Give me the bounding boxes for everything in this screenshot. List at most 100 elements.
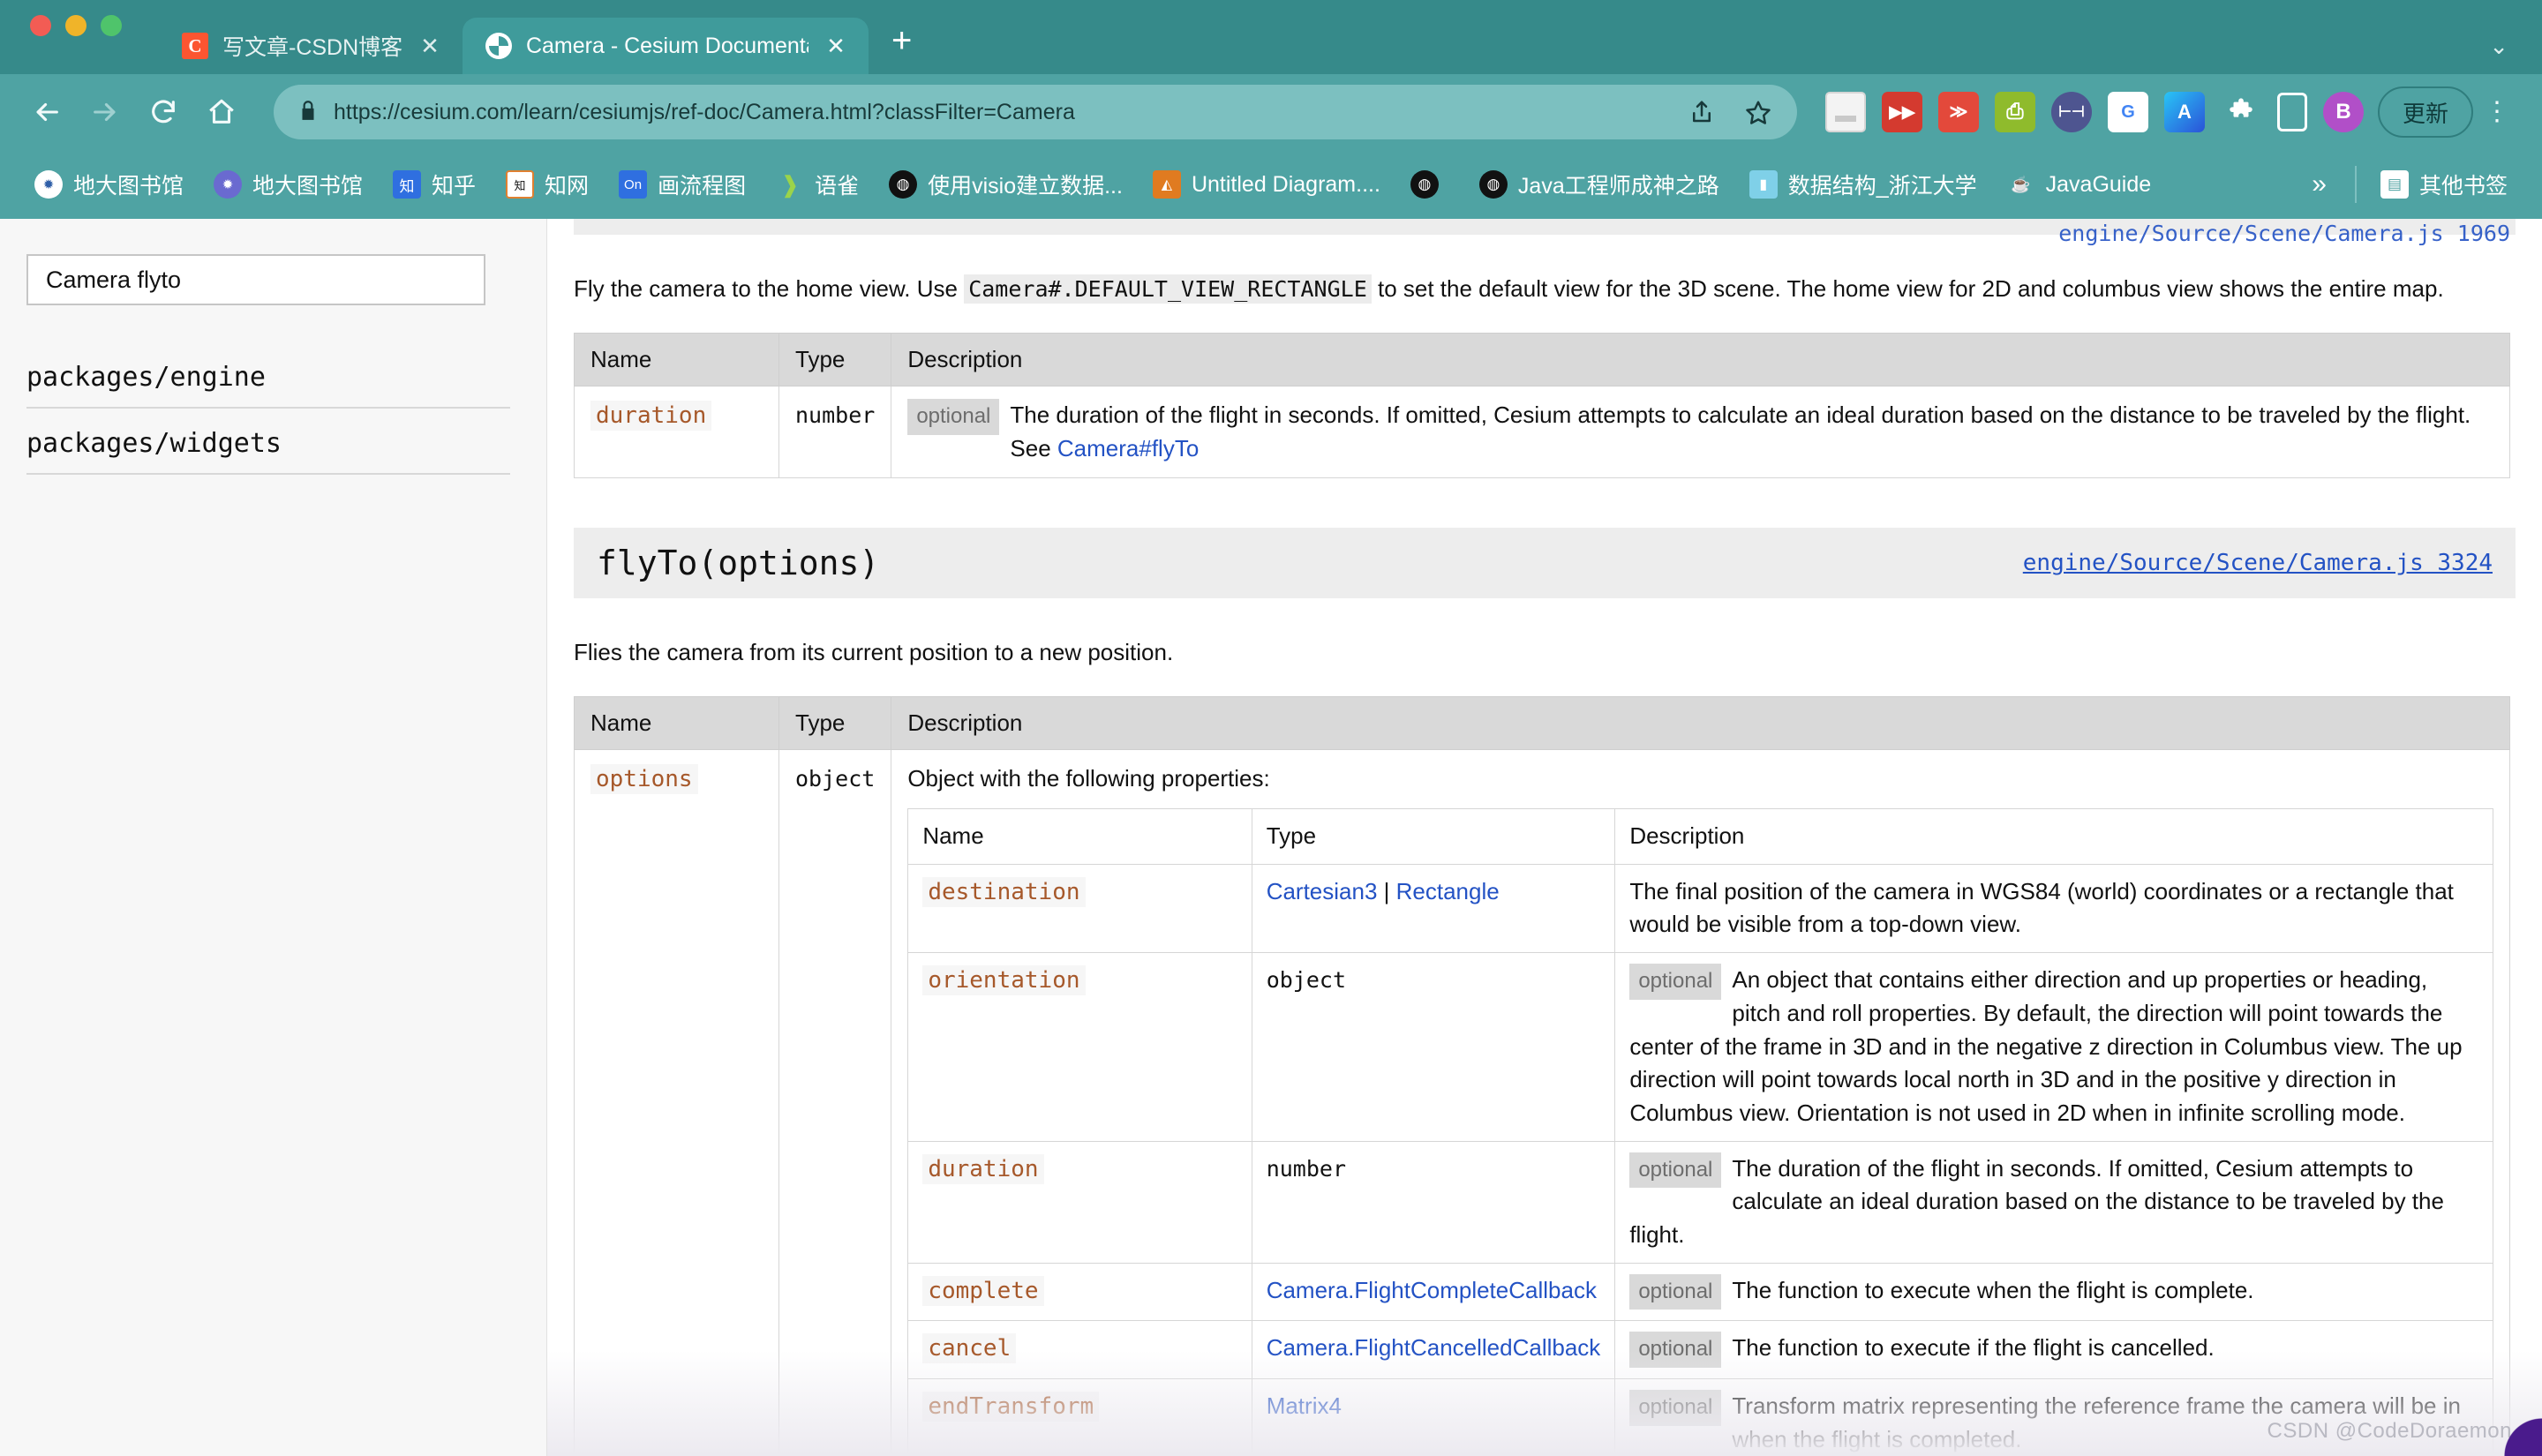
prop-name: endTransform bbox=[922, 1392, 1100, 1422]
sidebar-item-packages-engine[interactable]: packages/engine bbox=[26, 342, 510, 409]
new-tab-button[interactable]: + bbox=[869, 23, 935, 74]
camera-flyto-link[interactable]: Camera#flyTo bbox=[1057, 435, 1199, 462]
type-link[interactable]: Rectangle bbox=[1396, 878, 1500, 904]
prop-name-cell: cancel bbox=[907, 1320, 1252, 1380]
page-title: flyTo(options) bbox=[597, 544, 880, 583]
bookmark-item[interactable]: ✹ 地大图书馆 bbox=[19, 169, 199, 200]
reload-icon[interactable] bbox=[138, 86, 189, 138]
bookmark-item[interactable]: ◍ 使用visio建立数据... bbox=[874, 169, 1138, 200]
cesium-globe-icon-3: ◍ bbox=[1478, 170, 1508, 199]
bookmark-label: 画流程图 bbox=[658, 174, 747, 199]
bookmark-item[interactable]: ❱ 语雀 bbox=[761, 169, 874, 200]
prop-name-cell: duration bbox=[907, 1140, 1252, 1264]
column-header-name: Name bbox=[907, 808, 1252, 865]
source-link-top[interactable]: engine/Source/Scene/Camera.js 1969 bbox=[2058, 221, 2510, 246]
sidebar-item-packages-widgets[interactable]: packages/widgets bbox=[26, 409, 510, 475]
tab-strip: C 写文章-CSDN博客 ✕ Camera - Cesium Documenta… bbox=[0, 0, 2542, 74]
adblock-extension-icon[interactable]: A bbox=[2163, 92, 2205, 132]
prop-type-cell: Camera.FlightCompleteCallback bbox=[1251, 1262, 1616, 1322]
side-panel-icon[interactable] bbox=[2276, 93, 2307, 131]
back-arrow-icon[interactable] bbox=[21, 86, 72, 138]
tab-title: Camera - Cesium Documentatio bbox=[525, 33, 808, 58]
browser-window: C 写文章-CSDN博客 ✕ Camera - Cesium Documenta… bbox=[0, 0, 2542, 1456]
search-input[interactable] bbox=[26, 254, 485, 305]
type-link[interactable]: Matrix4 bbox=[1267, 1392, 1342, 1419]
browser-toolbar: https://cesium.com/learn/cesiumjs/ref-do… bbox=[0, 74, 2542, 150]
prop-description: An object that contains either direction… bbox=[1629, 966, 2463, 1126]
home-icon[interactable] bbox=[196, 86, 247, 138]
prop-description: The duration of the flight in seconds. I… bbox=[1629, 1154, 2444, 1248]
param-name: options bbox=[590, 764, 698, 795]
google-translate-extension-icon[interactable]: G bbox=[2107, 92, 2148, 132]
bookmark-item[interactable]: 知 知网 bbox=[491, 169, 604, 200]
close-icon[interactable]: ✕ bbox=[417, 34, 443, 57]
optional-badge: optional bbox=[1629, 1390, 1722, 1427]
bookmark-item[interactable]: ◭ Untitled Diagram.... bbox=[1138, 170, 1395, 199]
csdn-icon: C bbox=[182, 33, 208, 59]
prop-type-cell: object bbox=[1251, 952, 1616, 1142]
share-icon[interactable] bbox=[1681, 91, 1723, 133]
table-header-row: Name Type Description bbox=[907, 808, 2493, 865]
bookmark-label: JavaGuide bbox=[2045, 171, 2152, 197]
ruler-extension-icon[interactable]: ⊢⊣ bbox=[2050, 92, 2092, 132]
type-separator: | bbox=[1377, 877, 1396, 904]
bookmark-item[interactable]: ☕ JavaGuide bbox=[1992, 170, 2167, 199]
bookmark-item[interactable]: 知 知乎 bbox=[378, 169, 491, 200]
prop-type-cell: Cartesian3 | Rectangle bbox=[1251, 863, 1616, 954]
bookmark-label: 知网 bbox=[545, 174, 590, 199]
param-type: object bbox=[795, 766, 876, 792]
prop-type-cell: Matrix4 bbox=[1251, 1378, 1616, 1456]
folder-icon: ▮ bbox=[1749, 170, 1778, 199]
tab-csdn[interactable]: C 写文章-CSDN博客 ✕ bbox=[159, 18, 463, 74]
source-link-flyto[interactable]: engine/Source/Scene/Camera.js 3324 bbox=[2023, 550, 2493, 576]
bookmark-label: 语雀 bbox=[815, 174, 860, 199]
param-type: number bbox=[795, 402, 876, 428]
extension-icons: ▶▶ ≫ ⎙ ⊢⊣ G A B bbox=[1816, 92, 2364, 132]
puzzle-extensions-icon[interactable] bbox=[2221, 92, 2261, 132]
maximize-window-button[interactable] bbox=[101, 15, 122, 36]
column-header-name: Name bbox=[574, 696, 779, 751]
star-icon[interactable] bbox=[1737, 91, 1779, 133]
update-button[interactable]: 更新 bbox=[2377, 86, 2473, 138]
video-speed-extension-icon[interactable]: ▶▶ bbox=[1881, 92, 1922, 132]
bookmarks-overflow-button[interactable]: » bbox=[2292, 169, 2346, 199]
minimize-window-button[interactable] bbox=[65, 15, 86, 36]
bookmark-item[interactable]: On 画流程图 bbox=[604, 169, 761, 200]
close-window-button[interactable] bbox=[30, 15, 51, 36]
checkmarks-extension-icon[interactable]: ≫ bbox=[1937, 92, 1979, 132]
address-bar[interactable]: https://cesium.com/learn/cesiumjs/ref-do… bbox=[274, 85, 1797, 139]
forward-arrow-icon[interactable] bbox=[79, 86, 131, 138]
kebab-menu-icon[interactable]: ⋮ bbox=[2473, 99, 2521, 125]
chevron-down-icon[interactable]: ⌄ bbox=[2489, 33, 2508, 60]
document-extension-icon[interactable] bbox=[1824, 92, 1866, 132]
bookmark-label: 数据结构_浙江大学 bbox=[1787, 174, 1977, 199]
table-header-row: Name Type Description bbox=[574, 333, 2510, 387]
printer-extension-icon[interactable]: ⎙ bbox=[1994, 92, 2035, 132]
options-properties-rows: destination Cartesian3 | Rectangle The f… bbox=[907, 863, 2493, 1456]
tab-cesium-documentation[interactable]: Camera - Cesium Documentatio ✕ bbox=[462, 18, 869, 74]
other-bookmarks-button[interactable]: ▤ 其他书签 bbox=[2365, 169, 2523, 200]
prop-name: orientation bbox=[922, 965, 1086, 996]
text-after-code: to set the default view for the 3D scene… bbox=[1371, 275, 2444, 302]
type-link[interactable]: Camera.FlightCancelledCallback bbox=[1267, 1334, 1601, 1361]
type-link[interactable]: Cartesian3 bbox=[1267, 878, 1378, 904]
cesium-globe-icon: ◍ bbox=[889, 170, 918, 199]
table-header-row: Name Type Description bbox=[574, 696, 2510, 751]
column-header-description: Description bbox=[891, 333, 2510, 387]
options-properties-table: Name Type Description destination Cartes… bbox=[907, 808, 2493, 1456]
bookmark-item[interactable]: ▮ 数据结构_浙江大学 bbox=[1734, 169, 1992, 200]
description-text: The duration of the flight in seconds. I… bbox=[1010, 402, 2471, 462]
param-name-cell: options bbox=[574, 749, 779, 1456]
prop-description-cell: optional The duration of the flight in s… bbox=[1614, 1140, 2493, 1264]
type-link[interactable]: Camera.FlightCompleteCallback bbox=[1267, 1277, 1597, 1303]
avatar[interactable]: B bbox=[2322, 92, 2364, 132]
close-icon[interactable]: ✕ bbox=[823, 34, 849, 57]
bookmark-item[interactable]: ◍ Java工程师成神之路 bbox=[1464, 169, 1734, 200]
bookmark-item[interactable]: ✹ 地大图书馆 bbox=[199, 169, 378, 200]
bookmark-item[interactable]: ◍ bbox=[1395, 170, 1464, 199]
param-type-cell: object bbox=[778, 749, 892, 1456]
param-name: duration bbox=[590, 401, 712, 431]
table-row: complete Camera.FlightCompleteCallback o… bbox=[907, 1262, 2493, 1322]
prop-name: destination bbox=[922, 876, 1086, 907]
column-header-description: Description bbox=[1614, 808, 2493, 865]
